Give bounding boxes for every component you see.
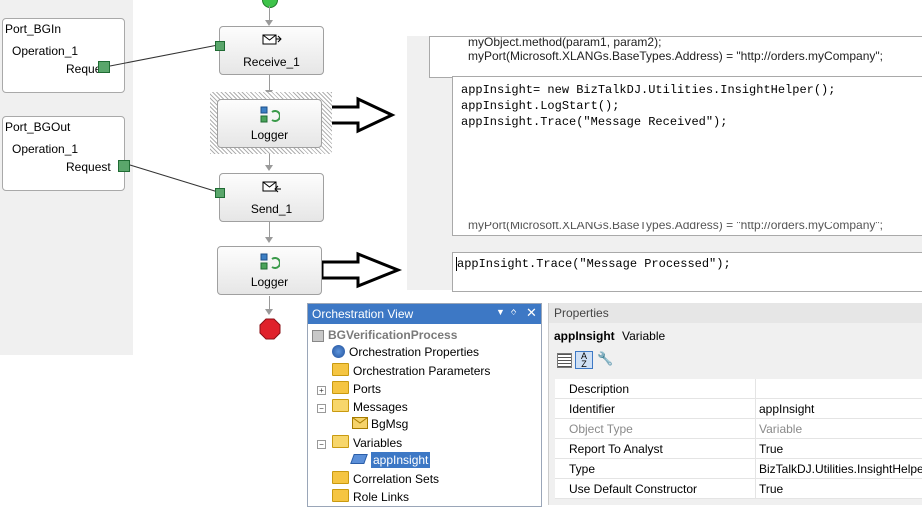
arrow-icon	[320, 251, 403, 289]
panel-titlebar: Properties	[549, 303, 922, 323]
dropdown-icon[interactable]: ▼	[496, 307, 505, 317]
property-row[interactable]: Use Default Constructor True	[555, 479, 922, 499]
tree-item-appinsight[interactable]: appInsight	[350, 452, 431, 471]
categorized-icon[interactable]	[557, 353, 572, 368]
orchestration-view-panel: Orchestration View ▼ ᛜ ✕ BGVerificationP…	[307, 303, 542, 507]
collapse-icon[interactable]: −	[317, 440, 326, 449]
code-line: appInsight.Trace("Message Received");	[461, 115, 728, 129]
folder-icon	[332, 489, 349, 502]
object-type: Variable	[622, 329, 666, 343]
code-line: appInsight= new BizTalkDJ.Utilities.Insi…	[461, 83, 836, 97]
code-line: appInsight.LogStart();	[461, 99, 620, 113]
tree-item-label: Variables	[353, 436, 403, 450]
code-editor-preview: myObject.method(param1, param2); myPort(…	[429, 35, 922, 78]
code-line: myObject.method(param1, param2);	[468, 35, 662, 49]
open-folder-icon	[332, 435, 349, 448]
property-name: Type	[569, 462, 596, 476]
folder-icon	[332, 363, 349, 376]
tree-item-bgmsg[interactable]: BgMsg	[352, 417, 408, 435]
property-name: Description	[569, 382, 630, 396]
tree-item-label: Role Links	[353, 490, 410, 504]
selected-object: appInsight Variable	[554, 329, 665, 343]
tree-item-label: Ports	[353, 382, 382, 396]
code-line: myPort(Microsoft.XLANGs.BaseTypes.Addres…	[468, 49, 883, 63]
expression-icon	[260, 106, 280, 123]
tree-item-label: appInsight	[371, 452, 431, 468]
shape-label: Receive_1	[243, 55, 300, 69]
tree-item-ports[interactable]: Ports	[332, 381, 381, 399]
property-row[interactable]: Description	[555, 379, 922, 399]
receive-shape[interactable]: Receive_1	[219, 26, 324, 75]
message-icon	[352, 417, 368, 429]
tree-item-label: Orchestration Parameters	[353, 364, 491, 378]
code-editor[interactable]: appInsight= new BizTalkDJ.Utilities.Insi…	[452, 76, 922, 236]
receive-message-icon	[262, 34, 282, 45]
property-value[interactable]: True	[759, 482, 783, 496]
property-name: Use Default Constructor	[569, 482, 698, 496]
collapse-icon[interactable]: −	[317, 404, 326, 413]
folder-icon	[332, 471, 349, 484]
orchestration-icon	[312, 330, 324, 342]
alphabetical-icon[interactable]: AZ	[575, 351, 593, 369]
property-name: Identifier	[569, 402, 616, 416]
shape-label: Send_1	[250, 202, 293, 216]
tree-item-label: BgMsg	[371, 417, 409, 431]
shape-connector[interactable]	[215, 188, 225, 198]
expression-icon	[260, 253, 280, 270]
text-cursor	[456, 257, 457, 271]
property-value[interactable]: True	[759, 442, 783, 456]
panel-titlebar: Orchestration View ▼ ᛜ ✕	[308, 304, 541, 324]
send-message-icon	[262, 181, 281, 193]
property-row[interactable]: Type BizTalkDJ.Utilities.InsightHelper	[555, 459, 922, 479]
panel-title: Properties	[554, 306, 609, 320]
property-name: Object Type	[569, 422, 633, 436]
shape-label: Logger	[250, 275, 289, 289]
shape-connector[interactable]	[215, 41, 225, 51]
code-line: myPort(Microsoft.XLANGs.BaseTypes.Addres…	[468, 222, 883, 232]
pin-icon[interactable]: ᛜ	[510, 306, 517, 320]
property-row[interactable]: Report To Analyst True	[555, 439, 922, 459]
panel-title: Orchestration View	[312, 307, 414, 321]
code-line: appInsight.Trace("Message Processed");	[457, 257, 731, 271]
tree-item-orchestration-parameters[interactable]: Orchestration Parameters	[332, 363, 490, 381]
shape-label: Logger	[250, 128, 289, 142]
properties-panel: Properties appInsight Variable AZ 🔧 Desc…	[548, 303, 922, 505]
tree-item-label: Correlation Sets	[353, 472, 440, 486]
tree-item-orchestration-properties[interactable]: Orchestration Properties	[332, 345, 479, 363]
gear-icon	[332, 345, 345, 358]
send-shape[interactable]: Send_1	[219, 173, 324, 222]
property-value[interactable]: BizTalkDJ.Utilities.InsightHelper	[759, 462, 922, 476]
tree-item-label: Messages	[353, 400, 408, 414]
property-grid: Description Identifier appInsight Object…	[555, 379, 922, 499]
tree-item-role-links[interactable]: Role Links	[332, 489, 409, 507]
property-value: Variable	[759, 422, 803, 436]
tree-item-variables[interactable]: Variables	[332, 435, 402, 453]
stop-icon	[259, 318, 281, 340]
object-name: appInsight	[554, 329, 615, 343]
wrench-icon[interactable]: 🔧	[597, 351, 613, 367]
expand-icon[interactable]: +	[317, 386, 326, 395]
close-icon[interactable]: ✕	[526, 305, 537, 321]
property-value[interactable]: appInsight	[759, 402, 814, 416]
open-folder-icon	[332, 399, 349, 412]
property-name: Report To Analyst	[569, 442, 663, 456]
tree-item-messages[interactable]: Messages	[332, 399, 408, 417]
logger-shape[interactable]: Logger	[217, 99, 322, 148]
tree-item-correlation-sets[interactable]: Correlation Sets	[332, 471, 439, 489]
tree-root-label: BGVerificationProcess	[328, 328, 458, 342]
folder-icon	[332, 381, 349, 394]
arrow-icon	[328, 96, 396, 134]
tree-item-label: Orchestration Properties	[349, 345, 480, 359]
variable-icon	[350, 454, 368, 464]
property-row[interactable]: Object Type Variable	[555, 419, 922, 439]
code-ghost-line: myPort(Microsoft.XLANGs.BaseTypes.Addres…	[452, 222, 922, 235]
code-editor[interactable]: appInsight.Trace("Message Processed");	[452, 252, 922, 292]
property-row[interactable]: Identifier appInsight	[555, 399, 922, 419]
logger-shape[interactable]: Logger	[217, 246, 322, 295]
